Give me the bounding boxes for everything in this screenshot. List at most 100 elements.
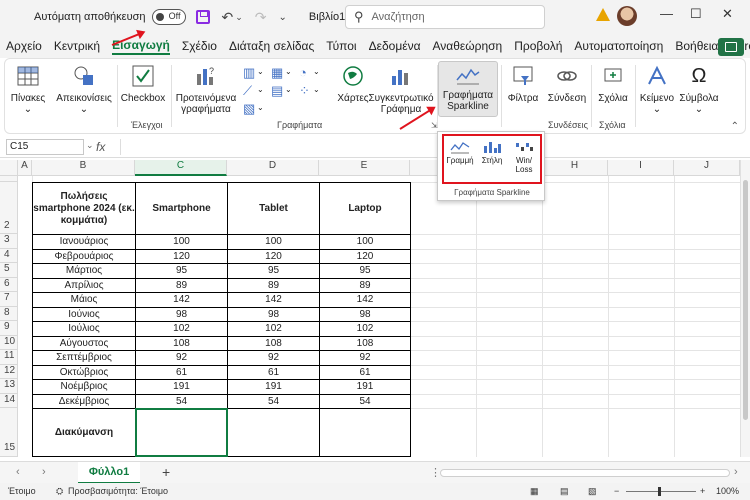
comments-button[interactable] bbox=[718, 38, 744, 56]
menu-automate[interactable]: Αυτοματοποίηση bbox=[574, 39, 663, 53]
row-header[interactable]: 7 bbox=[0, 292, 18, 307]
save-icon[interactable] bbox=[195, 10, 210, 24]
pie-chart-icon[interactable]: ◔ bbox=[299, 65, 307, 80]
value-cell[interactable]: 54 bbox=[136, 395, 227, 409]
value-cell[interactable]: 92 bbox=[228, 351, 319, 365]
pivot-chart-button[interactable]: Συγκεντρωτικό Γράφημα bbox=[368, 61, 434, 115]
zoom-slider-thumb[interactable] bbox=[658, 487, 661, 496]
value-cell[interactable]: 100 bbox=[228, 235, 319, 249]
header-cell-laptop[interactable]: Laptop bbox=[320, 183, 410, 234]
recommended-charts-button[interactable]: ? Προτεινόμενα γραφήματα bbox=[175, 61, 237, 115]
warning-icon[interactable] bbox=[596, 8, 610, 21]
month-cell[interactable]: Μάρτιος bbox=[33, 264, 135, 278]
column-chart-icon[interactable]: ▥ bbox=[243, 65, 255, 81]
row-header[interactable]: 8 bbox=[0, 306, 18, 321]
row-header[interactable]: 5 bbox=[0, 263, 18, 278]
value-cell[interactable]: 102 bbox=[228, 322, 319, 336]
column-header[interactable]: C bbox=[135, 160, 227, 176]
add-sheet-icon[interactable]: + bbox=[162, 464, 170, 480]
value-cell[interactable]: 100 bbox=[320, 235, 410, 249]
row-header[interactable]: 10 bbox=[0, 335, 18, 350]
page-layout-view-icon[interactable]: ▤ bbox=[560, 486, 569, 497]
value-cell[interactable]: 102 bbox=[320, 322, 410, 336]
column-header[interactable]: A bbox=[18, 160, 32, 176]
illustrations-button[interactable]: Απεικονίσεις ⌄ bbox=[56, 61, 112, 115]
name-box[interactable]: C15 bbox=[6, 139, 84, 155]
value-cell[interactable]: 95 bbox=[136, 264, 227, 278]
prev-sheet-icon[interactable]: ‹ bbox=[16, 466, 20, 478]
value-cell[interactable]: 61 bbox=[228, 366, 319, 380]
scroll-right-icon[interactable]: › bbox=[734, 466, 738, 478]
menu-file[interactable]: Αρχείο bbox=[6, 39, 42, 53]
undo-dropdown-icon[interactable]: ⌄ bbox=[235, 12, 243, 23]
maximize-icon[interactable]: ☐ bbox=[690, 6, 702, 22]
sparklines-button[interactable]: Γραφήματα Sparkline bbox=[438, 61, 498, 117]
value-cell[interactable]: 191 bbox=[320, 380, 410, 394]
month-cell[interactable]: Σεπτέμβριος bbox=[33, 351, 135, 365]
zoom-level[interactable]: 100% bbox=[716, 486, 739, 496]
value-cell[interactable]: 61 bbox=[136, 366, 227, 380]
value-cell[interactable]: 54 bbox=[320, 395, 410, 409]
variance-label-cell[interactable]: Διακύμανση bbox=[33, 409, 135, 456]
line-chart-icon[interactable]: ⟋ bbox=[243, 83, 252, 99]
page-break-view-icon[interactable]: ▧ bbox=[588, 486, 597, 497]
redo-icon[interactable]: ↷ bbox=[255, 9, 267, 26]
zoom-out-icon[interactable]: − bbox=[614, 486, 619, 496]
formula-input[interactable] bbox=[125, 139, 735, 155]
customize-toolbar-icon[interactable]: ⌄ bbox=[279, 12, 287, 23]
scatter-chart-icon[interactable]: ⁘ bbox=[299, 83, 310, 99]
month-cell[interactable]: Ιούνιος bbox=[33, 308, 135, 322]
value-cell[interactable]: 120 bbox=[136, 250, 227, 264]
menu-page-layout[interactable]: Διάταξη σελίδας bbox=[229, 39, 314, 53]
value-cell[interactable]: 120 bbox=[320, 250, 410, 264]
maps-button[interactable]: Χάρτες bbox=[335, 61, 371, 104]
month-cell[interactable]: Απρίλιος bbox=[33, 279, 135, 293]
column-header[interactable]: I bbox=[608, 160, 674, 176]
horizontal-scrollbar[interactable] bbox=[440, 469, 730, 477]
next-sheet-icon[interactable]: › bbox=[42, 466, 46, 478]
comment-button[interactable]: Σχόλια bbox=[593, 61, 633, 104]
value-cell[interactable]: 61 bbox=[320, 366, 410, 380]
checkbox-button[interactable]: Checkbox bbox=[121, 61, 165, 104]
value-cell[interactable]: 92 bbox=[136, 351, 227, 365]
link-button[interactable]: Σύνδεση bbox=[545, 61, 589, 104]
vertical-scrollbar[interactable] bbox=[740, 160, 750, 457]
waterfall-chart-icon[interactable]: ▧ bbox=[243, 101, 255, 117]
value-cell[interactable]: 108 bbox=[228, 337, 319, 351]
minimize-icon[interactable]: — bbox=[660, 6, 673, 21]
menu-help[interactable]: Βοήθεια bbox=[675, 39, 718, 53]
value-cell[interactable]: 98 bbox=[228, 308, 319, 322]
sheet-tab[interactable]: Φύλλο1 bbox=[78, 462, 140, 484]
scroll-thumb[interactable] bbox=[743, 180, 748, 420]
normal-view-icon[interactable]: ▦ bbox=[530, 486, 539, 497]
column-header[interactable]: H bbox=[542, 160, 608, 176]
text-button[interactable]: Κείμενο ⌄ bbox=[637, 61, 677, 115]
header-cell-smartphone[interactable]: Smartphone bbox=[136, 183, 227, 234]
select-all-corner[interactable] bbox=[0, 160, 18, 176]
value-cell[interactable]: 108 bbox=[136, 337, 227, 351]
zoom-in-icon[interactable]: + bbox=[700, 486, 705, 496]
value-cell[interactable]: 95 bbox=[320, 264, 410, 278]
zoom-slider[interactable] bbox=[626, 491, 696, 492]
row-header[interactable]: 9 bbox=[0, 321, 18, 336]
value-cell[interactable]: 95 bbox=[228, 264, 319, 278]
menu-data[interactable]: Δεδομένα bbox=[369, 39, 421, 53]
row-header[interactable]: 15 bbox=[0, 408, 18, 457]
column-header[interactable]: D bbox=[227, 160, 319, 176]
row-header[interactable]: 14 bbox=[0, 393, 18, 408]
column-header[interactable]: J bbox=[674, 160, 740, 176]
value-cell[interactable]: 54 bbox=[228, 395, 319, 409]
value-cell[interactable]: 98 bbox=[320, 308, 410, 322]
row-header[interactable]: 2 bbox=[0, 182, 18, 234]
worksheet-grid[interactable]: A B C D E F G H I J 2 3 4 5 6 7 8 9 10 1… bbox=[0, 160, 740, 457]
month-cell[interactable]: Φεβρουάριος bbox=[33, 250, 135, 264]
value-cell[interactable]: 191 bbox=[228, 380, 319, 394]
menu-draw[interactable]: Σχέδιο bbox=[182, 39, 217, 53]
month-cell[interactable]: Νοέμβριος bbox=[33, 380, 135, 394]
row-header[interactable]: 3 bbox=[0, 234, 18, 249]
month-cell[interactable]: Οκτώβριος bbox=[33, 366, 135, 380]
column-header[interactable]: B bbox=[32, 160, 135, 176]
value-cell[interactable]: 92 bbox=[320, 351, 410, 365]
column-header[interactable]: E bbox=[319, 160, 410, 176]
value-cell[interactable]: 120 bbox=[228, 250, 319, 264]
